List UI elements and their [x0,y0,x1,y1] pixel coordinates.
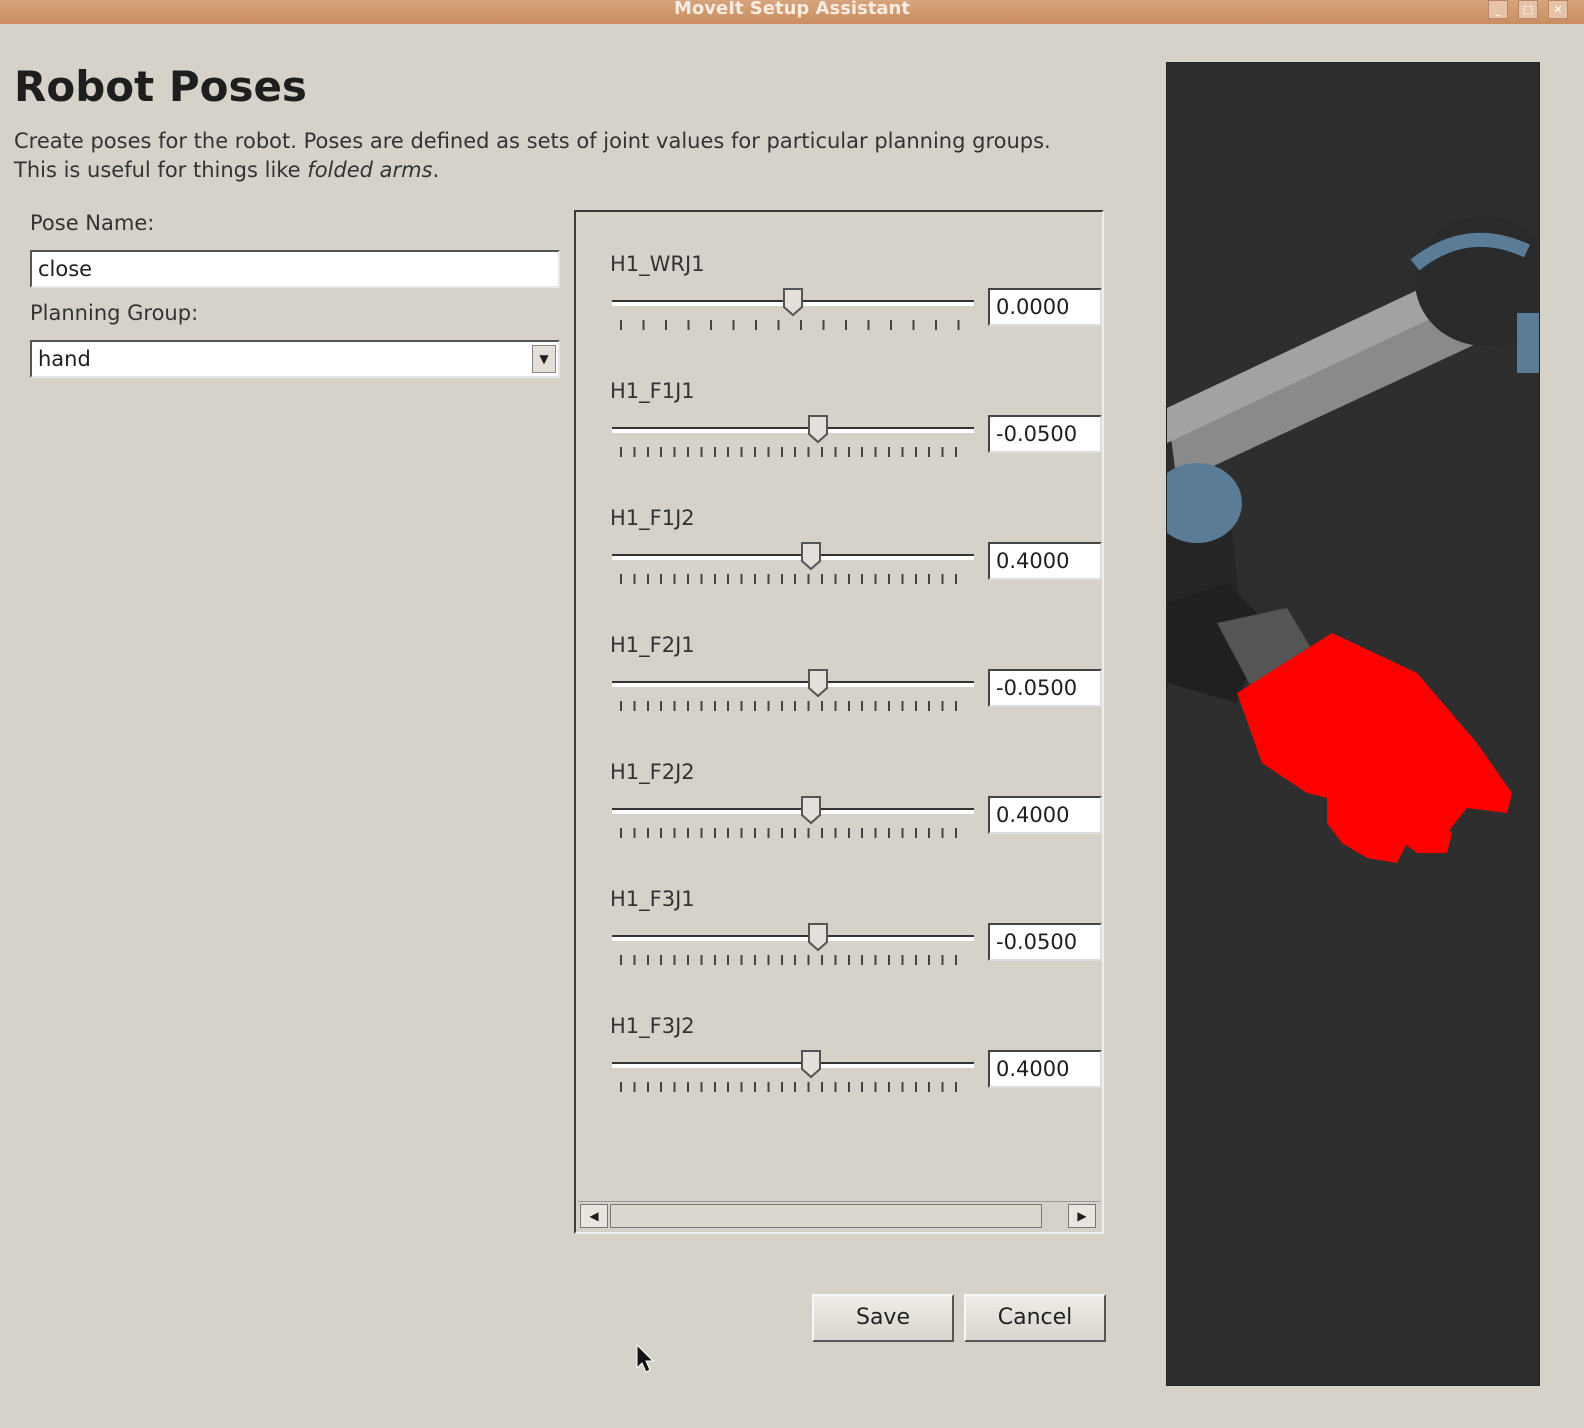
window-title: MoveIt Setup Assistant [674,0,910,19]
save-button[interactable]: Save [812,1294,954,1342]
joint-slider-track[interactable] [612,1062,974,1068]
horizontal-scrollbar[interactable]: ◀ ▶ [578,1201,1100,1230]
joint-row: H1_F1J1 -0.0500 [576,379,1102,489]
joint-name-label: H1_F2J1 [610,633,695,657]
planning-group-label: Planning Group: [30,301,199,325]
slider-ticks [620,574,968,584]
slider-handle[interactable] [800,541,822,571]
joint-value-spinbox[interactable]: -0.0500 [988,415,1102,453]
joint-row: H1_F2J2 0.4000 [576,760,1102,870]
joint-slider-track[interactable] [612,935,974,941]
joint-row: H1_F3J2 0.4000 [576,1014,1102,1124]
joint-value-spinbox[interactable]: -0.0500 [988,923,1102,961]
scroll-left-icon[interactable]: ◀ [580,1204,608,1228]
scroll-thumb[interactable] [610,1204,1042,1228]
scroll-right-icon[interactable]: ▶ [1068,1204,1096,1228]
joint-name-label: H1_F3J2 [610,1014,695,1038]
joint-row: H1_WRJ1 0.0000 [576,252,1102,362]
joint-slider-track[interactable] [612,427,974,433]
minimize-icon[interactable]: _ [1488,0,1508,19]
slider-handle[interactable] [807,922,829,952]
pose-name-label: Pose Name: [30,211,155,235]
pose-name-input[interactable]: close [30,250,560,288]
joint-slider-track[interactable] [612,681,974,687]
joint-slider-track[interactable] [612,808,974,814]
slider-handle[interactable] [782,287,804,317]
joint-value-spinbox[interactable]: 0.4000 [988,796,1102,834]
joint-value-spinbox[interactable]: -0.0500 [988,669,1102,707]
page-title: Robot Poses [14,62,307,111]
slider-handle[interactable] [800,1049,822,1079]
robot-3d-viewport[interactable] [1166,62,1540,1386]
robot-model [1167,216,1539,863]
slider-ticks [620,701,968,711]
description-line-2: This is useful for things like folded ar… [14,158,440,182]
joint-value-spinbox[interactable]: 0.4000 [988,1050,1102,1088]
joint-name-label: H1_F1J2 [610,506,695,530]
joint-name-label: H1_F1J1 [610,379,695,403]
joint-value-spinbox[interactable]: 0.4000 [988,542,1102,580]
planning-group-select[interactable]: hand ▼ [30,340,560,378]
slider-ticks [620,320,968,330]
joint-row: H1_F2J1 -0.0500 [576,633,1102,743]
joint-sliders-panel: H1_WRJ1 0.0000 H1_F1J1 -0.0500 H1_F1J2 0.4000… [574,210,1104,1234]
cancel-button[interactable]: Cancel [964,1294,1106,1342]
slider-handle[interactable] [800,795,822,825]
joint-name-label: H1_WRJ1 [610,252,705,276]
slider-ticks [620,1082,968,1092]
maximize-icon[interactable]: □ [1518,0,1538,19]
page-description: Create poses for the robot. Poses are de… [14,127,1144,185]
joint-row: H1_F3J1 -0.0500 [576,887,1102,997]
title-bar: MoveIt Setup Assistant _ □ ✕ [0,0,1584,24]
slider-handle[interactable] [807,668,829,698]
chevron-down-icon[interactable]: ▼ [532,345,556,373]
joint-name-label: H1_F2J2 [610,760,695,784]
description-line-1: Create poses for the robot. Poses are de… [14,129,1051,153]
joint-row: H1_F1J2 0.4000 [576,506,1102,616]
slider-ticks [620,447,968,457]
slider-ticks [620,955,968,965]
slider-ticks [620,828,968,838]
mouse-cursor-icon [636,1344,655,1373]
joint-slider-track[interactable] [612,554,974,560]
joint-value-spinbox[interactable]: 0.0000 [988,288,1102,326]
slider-handle[interactable] [807,414,829,444]
joint-name-label: H1_F3J1 [610,887,695,911]
close-icon[interactable]: ✕ [1548,0,1568,19]
planning-group-value: hand [38,347,91,371]
